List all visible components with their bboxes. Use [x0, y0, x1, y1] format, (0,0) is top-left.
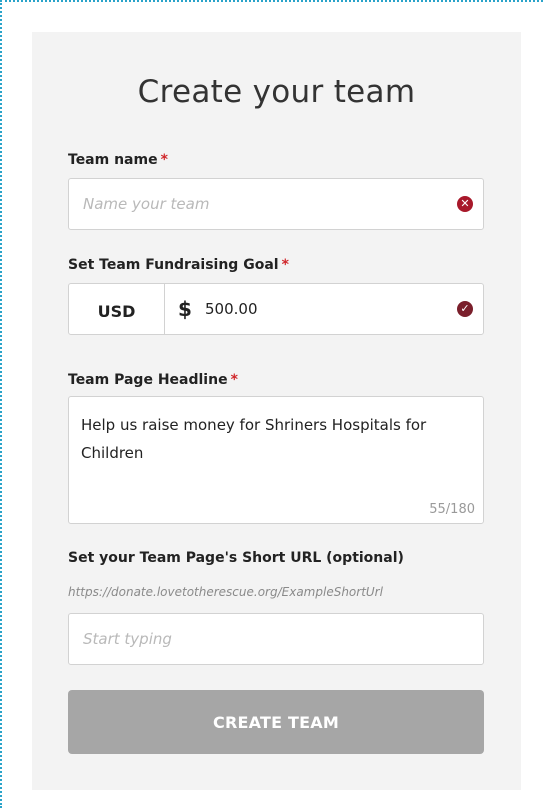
goal-label: Set Team Fundraising Goal *: [68, 257, 289, 273]
team-name-label-text: Team name: [68, 152, 158, 168]
error-circle-icon: ✕: [457, 196, 473, 212]
headline-textarea[interactable]: Help us raise money for Shriners Hospita…: [68, 396, 484, 524]
team-name-label: Team name *: [68, 152, 168, 168]
goal-amount-input[interactable]: 500.00: [205, 284, 258, 334]
currency-selector[interactable]: USD: [69, 284, 165, 334]
headline-label-text: Team Page Headline: [68, 372, 228, 388]
goal-label-text: Set Team Fundraising Goal: [68, 257, 279, 273]
team-name-field[interactable]: Name your team ✕: [68, 178, 484, 230]
frame-dotted-top: [0, 0, 543, 2]
required-marker: *: [281, 257, 289, 273]
frame-dotted-left: [0, 0, 2, 808]
create-team-button[interactable]: CREATE TEAM: [68, 690, 484, 754]
team-name-input[interactable]: Name your team: [83, 179, 209, 229]
short-url-field[interactable]: Start typing: [68, 613, 484, 665]
short-url-input[interactable]: Start typing: [83, 614, 172, 664]
dollar-symbol: $: [178, 297, 192, 321]
character-counter: 55/180: [429, 502, 475, 517]
page-title: Create your team: [137, 74, 416, 110]
headline-label: Team Page Headline *: [68, 372, 238, 388]
goal-field: USD $ 500.00 ✓: [68, 283, 484, 335]
create-team-card: Create your team Team name * Name your te…: [32, 32, 521, 790]
check-circle-icon: ✓: [457, 301, 473, 317]
required-marker: *: [160, 152, 168, 168]
required-marker: *: [230, 372, 238, 388]
headline-text[interactable]: Help us raise money for Shriners Hospita…: [81, 411, 466, 467]
short-url-example: https://donate.lovetotherescue.org/Examp…: [68, 585, 383, 599]
short-url-label: Set your Team Page's Short URL (optional…: [68, 550, 404, 566]
